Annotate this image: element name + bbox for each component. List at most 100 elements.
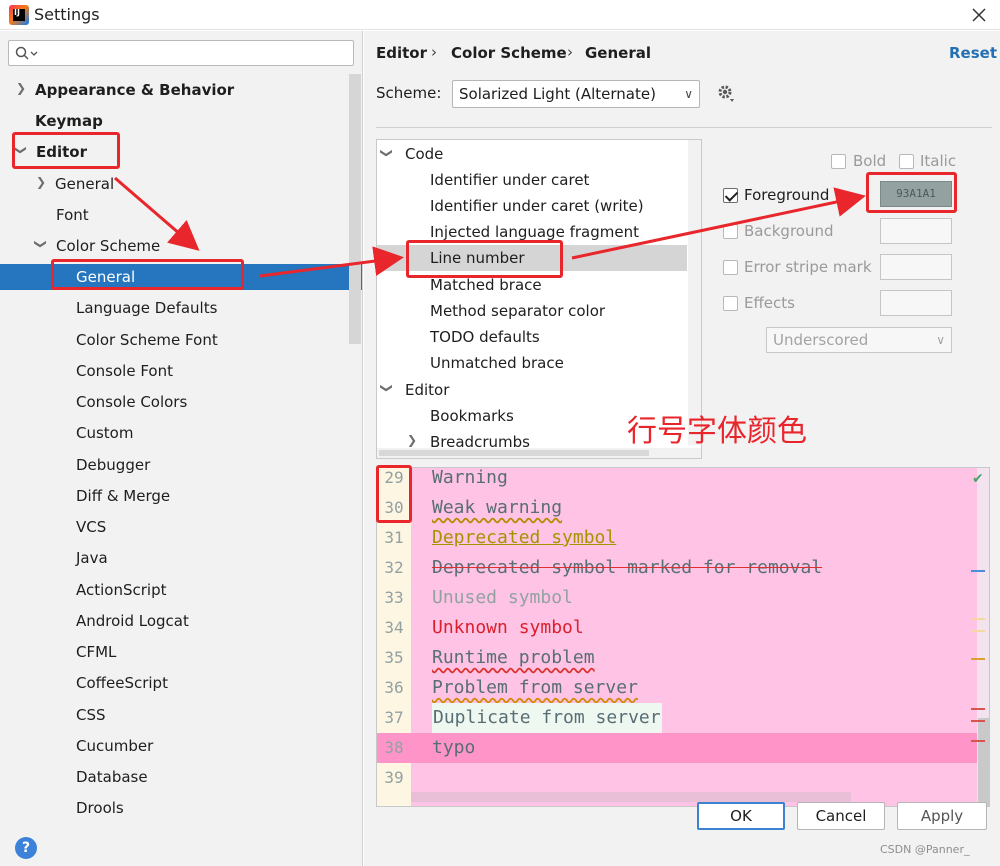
gear-icon[interactable] <box>716 83 738 105</box>
chevron-down-icon[interactable]: ❯ <box>380 383 394 393</box>
attr-group-code[interactable]: Code <box>405 141 443 167</box>
error-stripe-marker[interactable] <box>971 570 985 572</box>
preview-scrollbar[interactable] <box>977 468 989 806</box>
preview-line: 33 Unused symbol <box>377 583 977 613</box>
sidebar-item-appearance[interactable]: Appearance & Behavior <box>35 77 234 103</box>
effects-color-swatch[interactable] <box>880 290 952 316</box>
sidebar-item-drools[interactable]: Drools <box>76 795 124 821</box>
attr-item[interactable]: Identifier under caret (write) <box>430 193 644 219</box>
sidebar-item-css[interactable]: CSS <box>76 702 106 728</box>
preview-text: Weak warning <box>432 497 563 518</box>
sidebar-item-font[interactable]: Font <box>56 202 89 228</box>
scheme-dropdown[interactable]: Solarized Light (Alternate) ∨ <box>452 80 700 108</box>
sidebar-item-cucumber[interactable]: Cucumber <box>76 733 153 759</box>
error-stripe-marker[interactable] <box>971 658 985 660</box>
attr-item-line-number[interactable]: Line number <box>377 245 687 271</box>
foreground-label: Foreground <box>744 186 830 204</box>
attr-item[interactable]: Unmatched brace <box>430 350 564 376</box>
preview-line: 29 Warning <box>377 468 977 493</box>
effects-checkbox[interactable] <box>723 296 738 311</box>
attr-item[interactable]: Injected language fragment <box>430 219 639 245</box>
chevron-down-icon[interactable]: ❯ <box>34 239 48 249</box>
chevron-right-icon[interactable]: ❯ <box>16 81 26 95</box>
preview-text: Deprecated symbol marked for removal <box>432 557 823 578</box>
sidebar-item-java[interactable]: Java <box>76 545 108 571</box>
chevron-right-icon[interactable]: ❯ <box>36 175 46 189</box>
background-label: Background <box>744 222 834 240</box>
foreground-color-swatch[interactable]: 93A1A1 <box>880 181 952 207</box>
sidebar-item-console-colors[interactable]: Console Colors <box>76 389 187 415</box>
preview-text: Deprecated symbol <box>432 527 617 548</box>
search-icon[interactable] <box>15 46 41 62</box>
sidebar-item-console-font[interactable]: Console Font <box>76 358 173 384</box>
attr-item[interactable]: Method separator color <box>430 298 605 324</box>
line-number: 29 <box>377 468 411 493</box>
bold-checkbox[interactable] <box>831 154 846 169</box>
attr-item[interactable]: Identifier under caret <box>430 167 589 193</box>
sidebar-item-keymap[interactable]: Keymap <box>35 108 103 134</box>
sidebar-item-debugger[interactable]: Debugger <box>76 452 150 478</box>
close-icon[interactable] <box>968 4 990 26</box>
error-stripe-marker[interactable] <box>971 708 985 710</box>
error-stripe-checkbox[interactable] <box>723 260 738 275</box>
error-stripe-marker[interactable] <box>971 630 985 632</box>
attr-item[interactable]: Matched brace <box>430 272 542 298</box>
background-color-swatch[interactable] <box>880 218 952 244</box>
foreground-checkbox[interactable] <box>723 188 738 203</box>
attributes-scrollbar[interactable] <box>688 140 701 445</box>
preview-line: 34 Unknown symbol <box>377 613 977 643</box>
watermark-text: CSDN @Panner_ <box>880 843 970 856</box>
chevron-right-icon[interactable]: ❯ <box>407 433 417 447</box>
ok-button[interactable]: OK <box>697 802 785 830</box>
attr-item[interactable]: TODO defaults <box>430 324 540 350</box>
sidebar-item-general[interactable]: General <box>55 171 114 197</box>
search-input[interactable] <box>8 40 354 66</box>
sidebar-item-color-scheme-font[interactable]: Color Scheme Font <box>76 327 218 353</box>
sidebar-item-custom[interactable]: Custom <box>76 420 133 446</box>
effects-label: Effects <box>744 294 795 312</box>
attr-group-editor[interactable]: Editor <box>405 377 449 403</box>
title-bar: IJ Settings <box>0 0 1000 30</box>
help-icon[interactable]: ? <box>15 837 37 859</box>
sidebar-item-android-logcat[interactable]: Android Logcat <box>76 608 189 634</box>
preview-h-scrollbar[interactable] <box>411 792 851 802</box>
sidebar-item-color-scheme-general[interactable]: General <box>0 264 362 290</box>
sidebar-item-cfml[interactable]: CFML <box>76 639 116 665</box>
sidebar-item-language-defaults[interactable]: Language Defaults <box>76 295 217 321</box>
error-stripe-marker[interactable] <box>971 618 985 620</box>
error-stripe-marker[interactable] <box>971 720 985 722</box>
sidebar-item-diff-merge[interactable]: Diff & Merge <box>76 483 170 509</box>
divider <box>376 127 992 128</box>
line-number: 33 <box>377 583 411 613</box>
sidebar-item-database[interactable]: Database <box>76 764 148 790</box>
effect-type-value: Underscored <box>773 331 869 349</box>
reset-link[interactable]: Reset <box>949 44 997 62</box>
line-number: 36 <box>377 673 411 703</box>
sidebar-item-coffeescript[interactable]: CoffeeScript <box>76 670 168 696</box>
sidebar-item-vcs[interactable]: VCS <box>76 514 106 540</box>
line-number: 30 <box>377 493 411 523</box>
chevron-down-icon: ∨ <box>684 87 693 101</box>
italic-label: Italic <box>920 152 957 170</box>
code-preview[interactable]: 29 Warning 30 Weak warning 31 Deprecated sy… <box>376 467 990 807</box>
italic-checkbox[interactable] <box>899 154 914 169</box>
cancel-button[interactable]: Cancel <box>797 802 885 830</box>
error-stripe-color-swatch[interactable] <box>880 254 952 280</box>
error-stripe-marker[interactable] <box>971 740 985 742</box>
sidebar-item-actionscript[interactable]: ActionScript <box>76 577 166 603</box>
attr-item[interactable]: Bookmarks <box>430 403 514 429</box>
breadcrumb-separator: › <box>431 43 437 61</box>
background-checkbox[interactable] <box>723 224 738 239</box>
apply-button[interactable]: Apply <box>897 802 987 830</box>
sidebar-scrollbar[interactable] <box>349 74 361 344</box>
line-number: 39 <box>377 763 411 793</box>
chevron-down-icon[interactable]: ❯ <box>14 145 28 155</box>
intellij-logo-icon: IJ <box>9 5 29 25</box>
effect-type-dropdown[interactable]: Underscored ∨ <box>766 327 952 353</box>
chevron-down-icon[interactable]: ❯ <box>380 148 394 158</box>
line-number: 32 <box>377 553 411 583</box>
breadcrumb-general: General <box>585 44 651 62</box>
sidebar-item-editor[interactable]: Editor <box>36 139 87 165</box>
line-number: 38 <box>377 733 411 763</box>
sidebar-item-color-scheme[interactable]: Color Scheme <box>56 233 160 259</box>
